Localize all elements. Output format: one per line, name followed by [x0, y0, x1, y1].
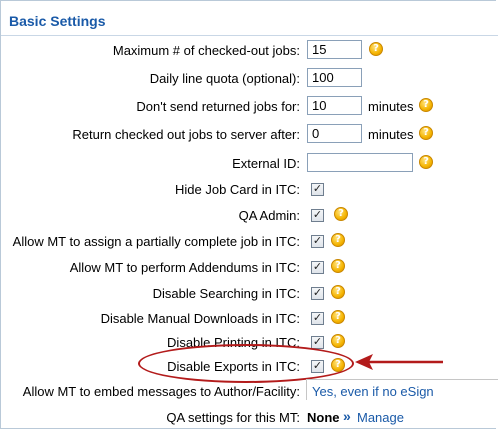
title-divider [1, 35, 498, 36]
help-icon[interactable]: ? [419, 98, 433, 112]
dont-send-unit: minutes [368, 99, 414, 114]
return-jobs-input[interactable]: 0 [307, 124, 362, 143]
manage-link[interactable]: Manage [357, 410, 404, 425]
help-icon[interactable]: ? [331, 310, 345, 324]
qa-settings-value: None [307, 410, 340, 425]
qa-admin-checkbox[interactable]: ✓ [311, 209, 324, 222]
daily-quota-label: Daily line quota (optional): [149, 71, 300, 86]
hide-job-card-label: Hide Job Card in ITC: [175, 182, 300, 197]
help-icon[interactable]: ? [331, 259, 345, 273]
max-jobs-label: Maximum # of checked-out jobs: [112, 43, 300, 58]
return-jobs-label: Return checked out jobs to server after: [72, 127, 300, 142]
dont-send-label: Don't send returned jobs for: [136, 99, 300, 114]
qa-settings-label: QA settings for this MT: [166, 410, 300, 425]
return-jobs-unit: minutes [368, 127, 414, 142]
section-title: Basic Settings [9, 13, 106, 29]
help-icon[interactable]: ? [419, 126, 433, 140]
allow-partial-checkbox[interactable]: ✓ [311, 235, 324, 248]
qa-admin-label: QA Admin: [238, 208, 300, 223]
disable-printing-checkbox[interactable]: ✓ [311, 336, 324, 349]
external-id-label: External ID: [232, 156, 300, 171]
disable-downloads-label: Disable Manual Downloads in ITC: [100, 311, 300, 326]
allow-addendums-label: Allow MT to perform Addendums in ITC: [69, 260, 300, 275]
disable-downloads-checkbox[interactable]: ✓ [311, 312, 324, 325]
basic-settings-panel: Basic Settings Maximum # of checked-out … [0, 0, 498, 429]
max-jobs-input[interactable]: 15 [307, 40, 362, 59]
allow-partial-label: Allow MT to assign a partially complete … [12, 234, 300, 249]
help-icon[interactable]: ? [331, 233, 345, 247]
help-icon[interactable]: ? [331, 285, 345, 299]
hide-job-card-checkbox[interactable]: ✓ [311, 183, 324, 196]
external-id-input[interactable] [307, 153, 413, 172]
highlight-arrow-icon [355, 354, 443, 370]
embed-messages-label: Allow MT to embed messages to Author/Fac… [22, 384, 300, 399]
disable-search-label: Disable Searching in ITC: [152, 286, 300, 301]
allow-addendums-checkbox[interactable]: ✓ [311, 261, 324, 274]
highlight-oval [138, 344, 354, 383]
manage-chevron-icon[interactable]: » [343, 408, 351, 424]
disable-search-checkbox[interactable]: ✓ [311, 287, 324, 300]
daily-quota-input[interactable]: 100 [307, 68, 362, 87]
help-icon[interactable]: ? [334, 207, 348, 221]
dont-send-input[interactable]: 10 [307, 96, 362, 115]
help-icon[interactable]: ? [369, 42, 383, 56]
help-icon[interactable]: ? [331, 334, 345, 348]
embed-messages-value[interactable]: Yes, even if no eSign [312, 384, 434, 399]
help-icon[interactable]: ? [419, 155, 433, 169]
